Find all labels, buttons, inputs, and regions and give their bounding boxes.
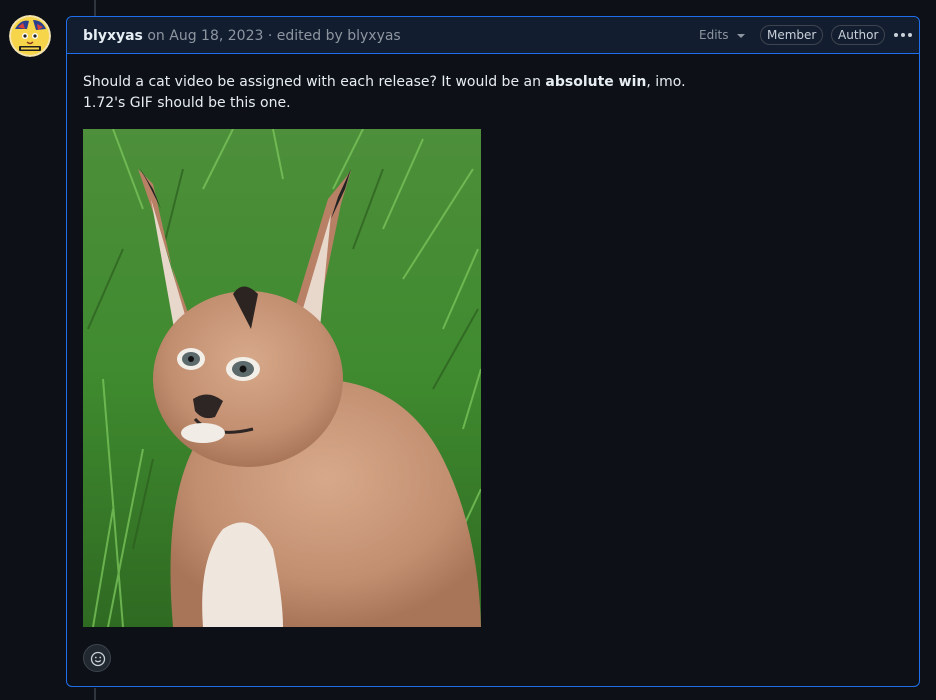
author-avatar[interactable]	[9, 15, 51, 57]
comment-header: blyxyas on Aug 18, 2023 · edited by blyx…	[67, 17, 919, 54]
edits-label: Edits	[699, 28, 729, 42]
timeline-line-top	[94, 0, 96, 16]
triangle-down-icon	[736, 33, 745, 38]
comment-meta: blyxyas on Aug 18, 2023 · edited by blyx…	[83, 27, 401, 45]
kebab-horizontal-icon[interactable]	[892, 26, 914, 44]
timeline-line-bottom	[94, 688, 96, 700]
body-text-part-2: , imo.	[646, 74, 686, 90]
member-badge: Member	[760, 25, 824, 45]
author-badge: Author	[831, 25, 886, 45]
edits-dropdown-button[interactable]: Edits	[699, 26, 745, 44]
caracal-gif-image[interactable]	[83, 129, 481, 627]
meta-separator: ·	[267, 28, 273, 44]
edited-by-user: blyxyas	[347, 28, 401, 44]
comment-body: Should a cat video be assigned with each…	[83, 72, 883, 114]
comment-paragraph-2: 1.72's GIF should be this one.	[83, 95, 291, 111]
edited-prefix: edited by	[276, 28, 343, 44]
body-bold-text: absolute win	[545, 74, 647, 90]
smiley-icon	[90, 651, 106, 667]
comment-paragraph-1: Should a cat video be assigned with each…	[83, 72, 883, 93]
body-text-part-1: Should a cat video be assigned with each…	[83, 74, 546, 90]
author-link[interactable]: blyxyas	[83, 28, 143, 44]
add-reaction-button[interactable]	[83, 644, 111, 672]
date-prefix: on	[147, 28, 165, 44]
comment-date-link[interactable]: Aug 18, 2023	[169, 28, 263, 44]
comment-card: blyxyas on Aug 18, 2023 · edited by blyx…	[66, 16, 920, 687]
